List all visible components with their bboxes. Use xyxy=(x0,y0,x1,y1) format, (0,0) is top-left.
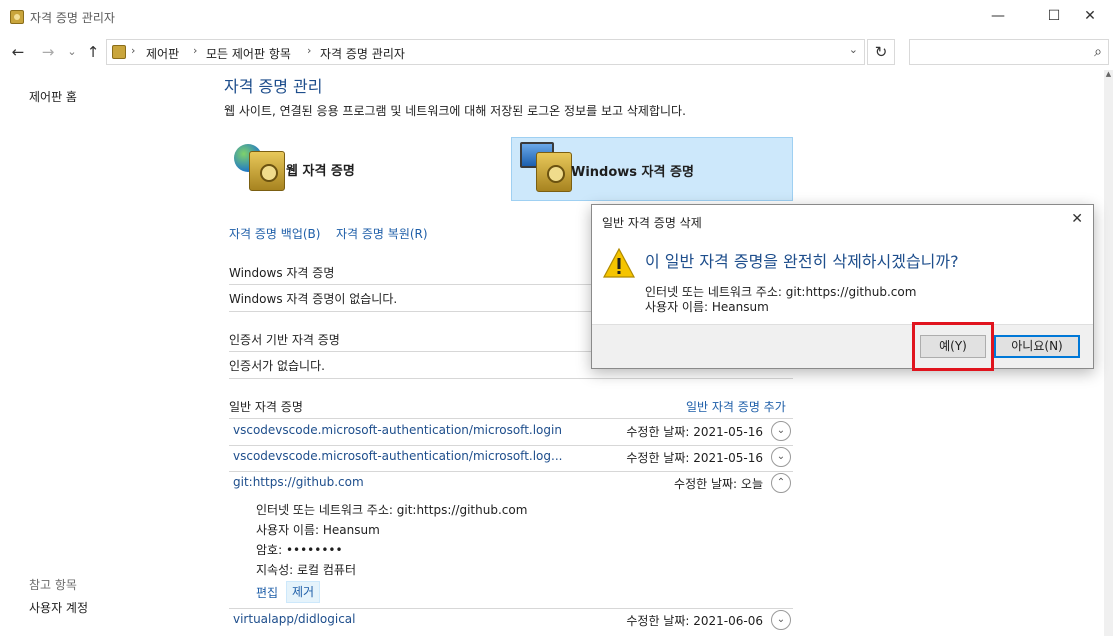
page-description: 웹 사이트, 연결된 응용 프로그램 및 네트워크에 대해 저장된 로그온 정보… xyxy=(224,104,686,118)
search-input[interactable]: ⌕ xyxy=(909,39,1109,65)
expand-chevron-icon[interactable]: ⌄ xyxy=(771,610,791,630)
web-credentials-tile[interactable]: 웹 자격 증명 xyxy=(229,137,511,201)
search-icon[interactable]: ⌕ xyxy=(1094,44,1102,60)
credential-row[interactable]: vscodevscode.microsoft-authentication/mi… xyxy=(229,419,793,445)
web-credentials-label: 웹 자격 증명 xyxy=(286,164,355,179)
credential-name[interactable]: virtualapp/didlogical xyxy=(233,612,355,626)
expand-chevron-icon[interactable]: ⌄ xyxy=(771,447,791,467)
windows-credentials-label: Windows 자격 증명 xyxy=(571,165,694,180)
credential-row-expanded[interactable]: git:https://github.com 수정한 날짜: 오늘 ⌃ xyxy=(229,471,793,497)
window-title: 자격 증명 관리자 xyxy=(30,11,115,25)
vertical-scrollbar[interactable] xyxy=(1104,70,1113,636)
close-window-button[interactable]: ✕ xyxy=(1067,0,1113,32)
vault-icon xyxy=(536,152,572,192)
delete-credential-dialog: 일반 자격 증명 삭제 ✕ 이 일반 자격 증명을 완전히 삭제하시겠습니까? … xyxy=(591,204,1094,369)
credential-modified-date: 수정한 날짜: 2021-05-16 xyxy=(626,451,763,465)
credential-persistence: 지속성: 로컬 컴퓨터 xyxy=(256,563,356,577)
certificate-credentials-heading: 인증서 기반 자격 증명 xyxy=(229,333,340,347)
recent-locations-button[interactable]: ⌄ xyxy=(62,42,82,62)
control-panel-icon xyxy=(112,45,126,59)
refresh-button[interactable]: ↻ xyxy=(867,39,895,65)
breadcrumb-control-panel[interactable]: 제어판 xyxy=(146,45,179,62)
title-bar: 자격 증명 관리자 — ☐ ✕ xyxy=(0,0,1113,34)
credential-manager-icon xyxy=(10,10,24,24)
generic-credentials-heading: 일반 자격 증명 xyxy=(229,400,303,414)
breadcrumb-separator[interactable]: › xyxy=(307,44,311,57)
certificate-credentials-empty: 인증서가 없습니다. xyxy=(229,359,325,373)
remove-credential-link[interactable]: 제거 xyxy=(286,581,320,603)
credential-modified-date: 수정한 날짜: 2021-06-06 xyxy=(626,614,763,628)
breadcrumb-separator: › xyxy=(131,44,136,57)
credential-name[interactable]: vscodevscode.microsoft-authentication/mi… xyxy=(233,449,562,463)
navigation-bar: ← → ⌄ ↑ › 제어판 › 모든 제어판 항목 › 자격 증명 관리자 ⌄ … xyxy=(0,34,1113,70)
edit-credential-link[interactable]: 편집 xyxy=(256,584,278,601)
credential-username: 사용자 이름: Heansum xyxy=(256,523,380,537)
credential-name[interactable]: vscodevscode.microsoft-authentication/mi… xyxy=(233,423,562,437)
backup-credentials-link[interactable]: 자격 증명 백업(B) xyxy=(229,225,320,242)
expand-chevron-icon[interactable]: ⌄ xyxy=(771,421,791,441)
breadcrumb-separator[interactable]: › xyxy=(193,44,197,57)
breadcrumb-all-items[interactable]: 모든 제어판 항목 xyxy=(206,45,291,62)
address-bar[interactable]: › 제어판 › 모든 제어판 항목 › 자격 증명 관리자 ⌄ xyxy=(106,39,865,65)
credential-modified-date: 수정한 날짜: 오늘 xyxy=(674,477,763,491)
credential-address: 인터넷 또는 네트워크 주소: git:https://github.com xyxy=(256,503,528,517)
collapse-chevron-icon[interactable]: ⌃ xyxy=(771,473,791,493)
back-button[interactable]: ← xyxy=(8,42,28,62)
vault-icon xyxy=(249,151,285,191)
credential-password: 암호: •••••••• xyxy=(256,543,343,557)
breadcrumb-credential-manager[interactable]: 자격 증명 관리자 xyxy=(320,45,405,62)
dialog-question: 이 일반 자격 증명을 완전히 삭제하시겠습니까? xyxy=(645,252,959,271)
up-button[interactable]: ↑ xyxy=(83,42,103,62)
yes-button-highlight xyxy=(912,322,994,371)
forward-button[interactable]: → xyxy=(38,42,58,62)
credential-name[interactable]: git:https://github.com xyxy=(233,475,364,489)
credential-modified-date: 수정한 날짜: 2021-05-16 xyxy=(626,425,763,439)
windows-credentials-heading: Windows 자격 증명 xyxy=(229,266,335,280)
address-dropdown-icon[interactable]: ⌄ xyxy=(849,43,858,56)
dialog-button-bar: 예(Y) 아니요(N) xyxy=(592,324,1093,368)
warning-icon xyxy=(602,247,636,278)
see-also-heading: 참고 항목 xyxy=(29,578,77,592)
minimize-button[interactable]: — xyxy=(975,0,1021,32)
divider xyxy=(229,378,793,379)
windows-credentials-tile[interactable]: Windows 자격 증명 xyxy=(511,137,793,201)
windows-credentials-empty: Windows 자격 증명이 없습니다. xyxy=(229,292,398,306)
add-generic-credential-link[interactable]: 일반 자격 증명 추가 xyxy=(686,398,786,415)
no-button[interactable]: 아니요(N) xyxy=(994,335,1080,358)
dialog-title: 일반 자격 증명 삭제 xyxy=(602,216,702,230)
dialog-username-line: 사용자 이름: Heansum xyxy=(645,300,769,314)
page-title: 자격 증명 관리 xyxy=(224,77,323,96)
user-accounts-link[interactable]: 사용자 계정 xyxy=(29,599,88,616)
credential-row[interactable]: virtualapp/didlogical 수정한 날짜: 2021-06-06… xyxy=(229,608,793,634)
scroll-up-arrow-icon[interactable]: ▲ xyxy=(1104,70,1113,82)
credential-row[interactable]: vscodevscode.microsoft-authentication/mi… xyxy=(229,445,793,471)
control-panel-home-link[interactable]: 제어판 홈 xyxy=(29,88,77,105)
dialog-close-button[interactable]: ✕ xyxy=(1071,211,1083,227)
restore-credentials-link[interactable]: 자격 증명 복원(R) xyxy=(336,225,428,242)
